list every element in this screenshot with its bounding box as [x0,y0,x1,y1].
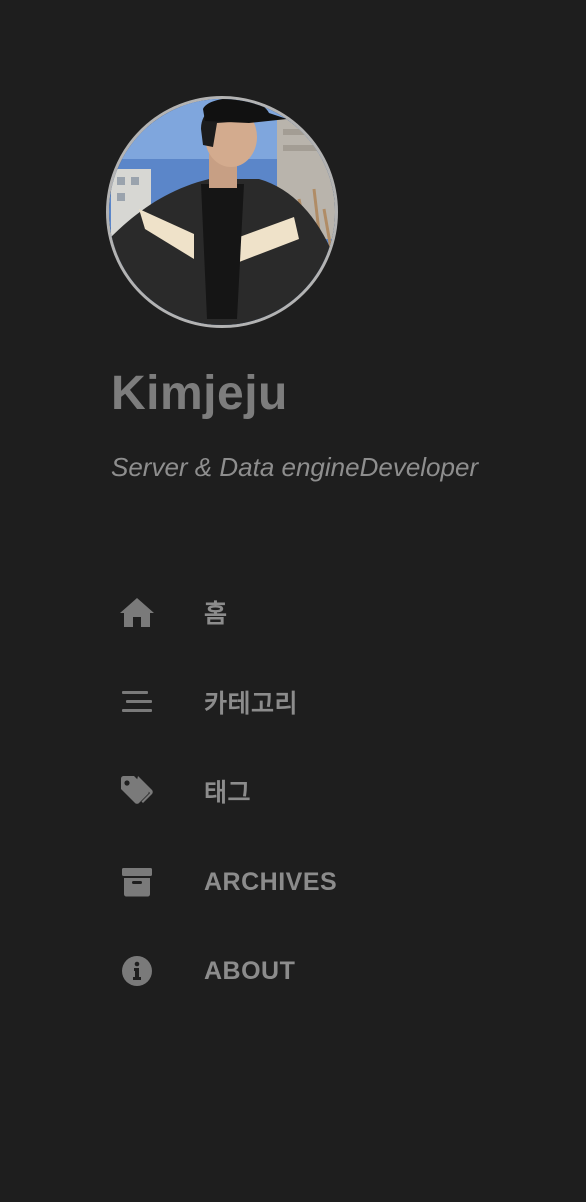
tags-icon [104,771,170,811]
sidebar-item-label: 홈 [204,600,228,628]
sidebar-item-home[interactable]: 홈 [104,582,484,642]
sidebar-item-label: 태그 [204,779,252,807]
sidebar-item-about[interactable]: ABOUT [104,941,484,1001]
sidebar-item-label: ABOUT [204,956,296,985]
avatar[interactable] [106,96,338,328]
avatar-image [109,99,335,325]
sidebar-item-label: ARCHIVES [204,867,338,896]
archive-icon [104,862,170,902]
home-icon [104,592,170,632]
sidebar-item-archives[interactable]: ARCHIVES [104,852,484,912]
info-circle-icon [104,951,170,991]
sidebar-item-tags[interactable]: 태그 [104,761,484,821]
site-title[interactable]: Kimjeju [111,366,288,421]
stream-icon [104,682,170,722]
site-subtitle: Server & Data engineDeveloper [111,452,479,482]
sidebar-item-label: 카테고리 [204,690,299,718]
sidebar: Kimjeju Server & Data engineDeveloper 홈 … [0,0,586,1202]
sidebar-item-categories[interactable]: 카테고리 [104,672,484,732]
